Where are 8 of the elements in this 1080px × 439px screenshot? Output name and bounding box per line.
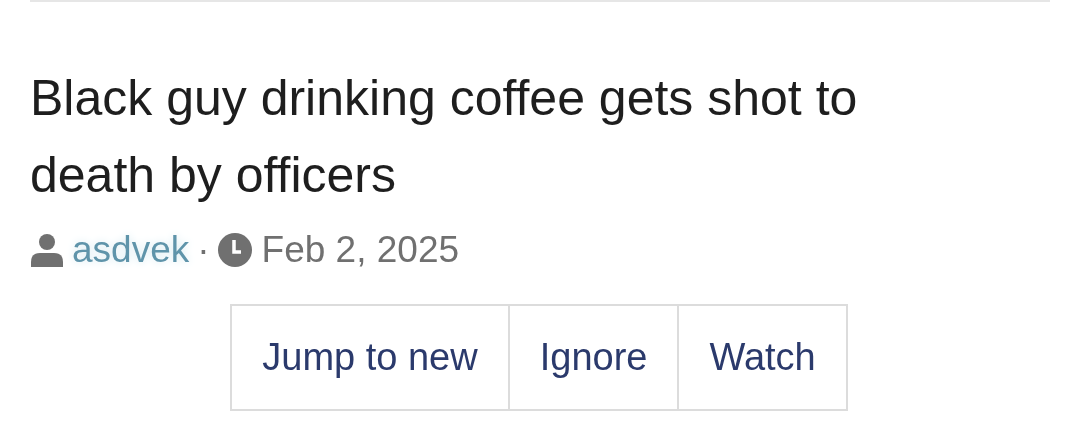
clock-icon [217, 233, 252, 267]
user-icon [30, 233, 64, 267]
post-date: Feb 2, 2025 [261, 229, 460, 271]
thread-action-button[interactable]: Watch [677, 304, 848, 411]
thread-action-button[interactable]: Jump to new [230, 304, 510, 411]
separator: · [197, 229, 210, 271]
thread-action-button[interactable]: Ignore [507, 304, 680, 411]
thread-title: Black guy drinking coffee gets shot to death by officers [30, 69, 859, 205]
